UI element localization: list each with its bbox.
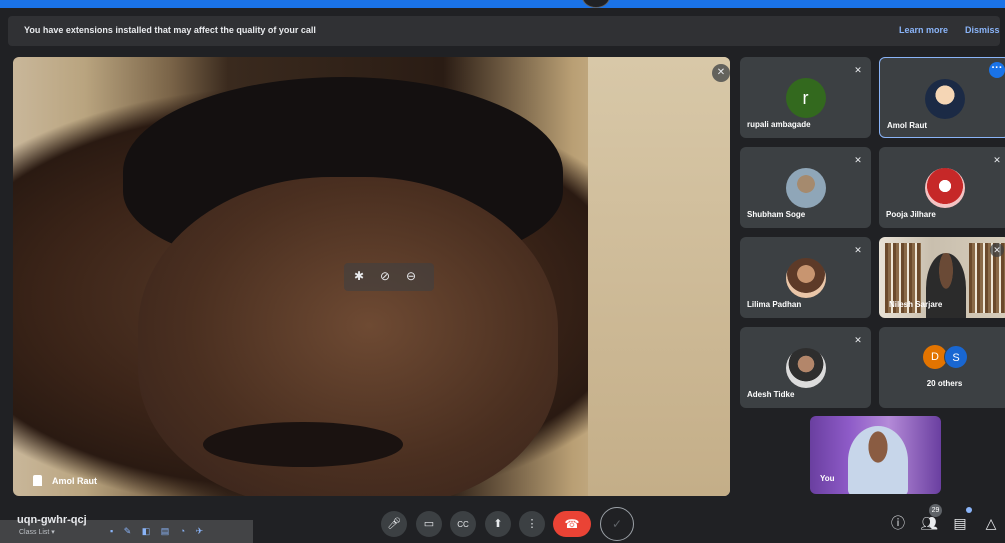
window-top-edge	[0, 0, 1005, 8]
muted-mic-icon: ✕	[993, 155, 1001, 165]
participant-tile-shubham[interactable]: ✕ Shubham Soge	[740, 147, 871, 228]
info-icon: ⓘ	[891, 515, 905, 531]
mute-participant-icon[interactable]: ⊘	[380, 269, 390, 283]
participant-name: Nilesh Sarjare	[889, 300, 943, 309]
main-video-tile[interactable]: ✕ ✱ ⊘ ⊖ Amol Raut	[13, 57, 730, 496]
muted-mic-icon: ✕	[854, 335, 862, 345]
avatar	[785, 348, 826, 388]
participant-tile-adesh[interactable]: ✕ Adesh Tidke	[740, 327, 871, 408]
main-participant-label: Amol Raut	[33, 475, 97, 486]
raise-hand-button[interactable]: ✓	[600, 507, 634, 541]
camera-icon: ▭	[423, 518, 435, 530]
pin-icon[interactable]: ✱	[354, 269, 364, 283]
dismiss-button[interactable]: Dismiss	[965, 25, 1000, 35]
class-list-selector[interactable]: Class List ▾	[19, 528, 55, 536]
participant-tile-lilima[interactable]: ✕ Lilima Padhan	[740, 237, 871, 318]
banner-message: You have extensions installed that may a…	[24, 25, 316, 35]
participant-name: rupali ambagade	[747, 120, 811, 129]
more-options-icon[interactable]: ···	[989, 62, 1005, 78]
participant-tile-nilesh[interactable]: ✕ Nilesh Sarjare	[879, 237, 1005, 318]
avatar	[924, 168, 965, 208]
present-icon: ⬆	[493, 518, 503, 530]
self-view-label: You	[820, 474, 835, 483]
participant-name: Amol Raut	[887, 121, 927, 130]
activities-icon: △	[985, 515, 997, 531]
avatar: S	[944, 345, 968, 369]
microphone-icon: 🎤︎	[387, 518, 401, 530]
others-count-label: 20 others	[926, 379, 963, 388]
main-participant-name: Amol Raut	[52, 476, 97, 486]
learn-more-link[interactable]: Learn more	[899, 25, 948, 35]
chat-button[interactable]: ▤	[950, 513, 970, 533]
end-call-button[interactable]: ☎	[553, 511, 591, 537]
muted-mic-icon: ✕	[854, 65, 862, 75]
tile-hover-controls: ✱ ⊘ ⊖	[344, 263, 434, 291]
participant-tile-rupali[interactable]: ✕ r rupali ambagade	[740, 57, 871, 138]
bottom-control-bar: uqn-gwhr-qcj Class List ▾ ▪ ✎ ◧ ▤ ◔ ✈ 🎤︎…	[0, 500, 1005, 543]
taskbar-overlay: Class List ▾ ▪ ✎ ◧ ▤ ◔ ✈	[0, 520, 253, 543]
participant-name: Pooja Jilhare	[886, 210, 936, 219]
end-call-icon: ☎	[564, 517, 580, 531]
muted-mic-icon: ✕	[854, 155, 862, 165]
others-tile[interactable]: D S 20 others	[879, 327, 1005, 408]
avatar: r	[785, 78, 826, 118]
check-icon: ✓	[611, 517, 623, 531]
overlay-icons: ▪ ✎ ◧ ▤ ◔ ✈	[110, 526, 208, 536]
more-vert-icon: ⋮	[526, 518, 538, 530]
muted-mic-icon: ✕	[712, 64, 730, 82]
participant-tile-pooja[interactable]: ✕ Pooja Jilhare	[879, 147, 1005, 228]
participant-name: Adesh Tidke	[747, 390, 795, 399]
more-options-button[interactable]: ⋮	[519, 511, 545, 537]
video-feed-person	[848, 426, 908, 494]
present-button[interactable]: ⬆	[485, 511, 511, 537]
participant-name: Lilima Padhan	[747, 300, 802, 309]
avatar	[785, 168, 826, 208]
remove-participant-icon[interactable]: ⊖	[406, 269, 416, 283]
chat-icon: ▤	[953, 515, 967, 531]
people-icon: 👥︎	[920, 515, 938, 531]
chat-notification-dot	[966, 507, 972, 513]
participant-tile-amol[interactable]: ··· Amol Raut	[879, 57, 1005, 138]
top-notch	[582, 0, 610, 8]
muted-mic-icon: ✕	[854, 245, 862, 255]
microphone-button[interactable]: 🎤︎	[381, 511, 407, 537]
avatar	[785, 258, 826, 298]
captions-button[interactable]: CC	[450, 511, 476, 537]
participant-count-badge: 29	[929, 504, 942, 517]
background-wall	[588, 57, 730, 496]
pin-icon	[33, 475, 42, 486]
self-view-tile[interactable]: You	[810, 416, 941, 494]
meeting-details-button[interactable]: ⓘ	[888, 513, 908, 533]
muted-mic-icon: ✕	[990, 243, 1004, 257]
captions-icon: CC	[457, 520, 469, 529]
video-feed-moustache	[203, 422, 403, 467]
participant-name: Shubham Soge	[747, 210, 806, 219]
avatar	[924, 79, 965, 119]
extensions-warning-banner: You have extensions installed that may a…	[8, 16, 1000, 46]
activities-button[interactable]: △	[981, 513, 1001, 533]
camera-button[interactable]: ▭	[416, 511, 442, 537]
